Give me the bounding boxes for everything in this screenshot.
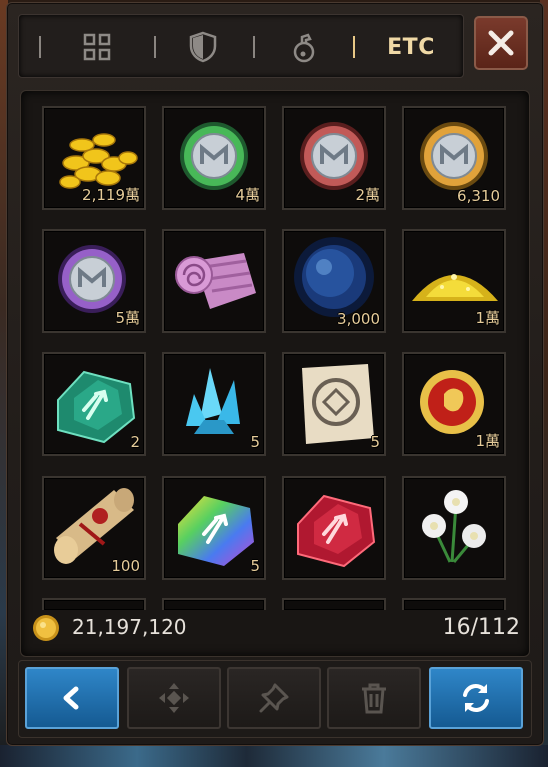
green-rune-stone-icon [57, 370, 136, 444]
background-bottom [0, 745, 548, 767]
shield-icon [189, 31, 217, 63]
item-slot-empty[interactable] [42, 598, 146, 610]
item-slot-blue-crystal[interactable]: 5 [162, 352, 266, 456]
item-quantity: 2,119萬 [82, 186, 140, 204]
tab-consumable[interactable] [279, 27, 331, 67]
inventory-summary: 21,197,120 16/112 [28, 610, 524, 646]
item-slot-empty[interactable] [162, 598, 266, 610]
grid-icon [83, 33, 111, 61]
item-quantity: 5 [250, 557, 260, 575]
item-slot-red-rune[interactable] [282, 476, 386, 580]
tab-etc[interactable]: ETC [375, 27, 447, 67]
item-quantity: 5 [250, 433, 260, 451]
gold-coin-icon [33, 615, 59, 641]
item-slot-empty[interactable] [402, 598, 506, 610]
tab-equipment[interactable] [177, 27, 229, 67]
item-slot-green-medal[interactable]: 4萬 [162, 106, 266, 210]
close-button[interactable] [474, 16, 528, 70]
item-slot-energy-orb[interactable]: 3,000 [282, 229, 386, 333]
item-quantity: 2 [130, 433, 140, 451]
item-quantity: 5萬 [115, 309, 140, 327]
delete-button[interactable] [327, 667, 421, 729]
blue-crystal-icon [186, 368, 240, 434]
item-quantity: 6,310 [457, 187, 500, 205]
slot-capacity: 16/112 [442, 615, 520, 640]
back-button[interactable] [25, 667, 119, 729]
tab-separator [253, 36, 255, 58]
tab-all[interactable] [71, 27, 123, 67]
item-quantity: 1萬 [475, 309, 500, 327]
tab-separator-active [353, 36, 355, 58]
item-quantity: 1萬 [475, 432, 500, 450]
move-icon [159, 683, 189, 713]
item-slot-lion-emblem[interactable]: 1萬 [402, 352, 506, 456]
white-flowers-icon [422, 490, 486, 563]
item-quantity: 100 [111, 557, 140, 575]
item-quantity: 5 [370, 433, 380, 451]
close-icon [488, 30, 514, 56]
gold-amount: 21,197,120 [72, 615, 187, 639]
item-quantity: 4萬 [235, 186, 260, 204]
item-slot-gold-medal[interactable]: 6,310 [402, 106, 506, 210]
bottom-toolbar [18, 660, 532, 738]
cloth-roll-icon [175, 253, 256, 309]
red-rune-stone-icon [297, 494, 376, 568]
tab-separator [154, 36, 156, 58]
item-slot-gold-coins[interactable]: 2,119萬 [42, 106, 146, 210]
refresh-icon [463, 684, 489, 712]
item-slot-white-flowers[interactable] [402, 476, 506, 580]
back-arrow-icon [63, 686, 79, 710]
item-slot-gold-dust[interactable]: 1萬 [402, 229, 506, 333]
item-slot-sealed-scroll[interactable]: 100 [42, 476, 146, 580]
potion-icon [293, 33, 315, 63]
item-quantity: 2萬 [355, 186, 380, 204]
trash-icon [362, 683, 386, 714]
refresh-button[interactable] [429, 667, 523, 729]
tab-separator [39, 36, 41, 58]
item-quantity: 3,000 [337, 310, 380, 328]
tab-bar: ETC [18, 14, 464, 78]
pin-button[interactable] [227, 667, 321, 729]
item-slot-green-rune[interactable]: 2 [42, 352, 146, 456]
item-slot-rune-scroll[interactable]: 5 [282, 352, 386, 456]
item-slot-cloth-roll[interactable] [162, 229, 266, 333]
pin-icon [259, 683, 289, 713]
item-slot-empty[interactable] [282, 598, 386, 610]
item-slot-red-medal[interactable]: 2萬 [282, 106, 386, 210]
item-slot-rainbow-rune[interactable]: 5 [162, 476, 266, 580]
rune-scroll-paper-icon [302, 364, 374, 444]
move-button[interactable] [127, 667, 221, 729]
item-slot-purple-medal[interactable]: 5萬 [42, 229, 146, 333]
rainbow-rune-stone-icon [178, 496, 254, 566]
tab-etc-label: ETC [387, 34, 435, 60]
